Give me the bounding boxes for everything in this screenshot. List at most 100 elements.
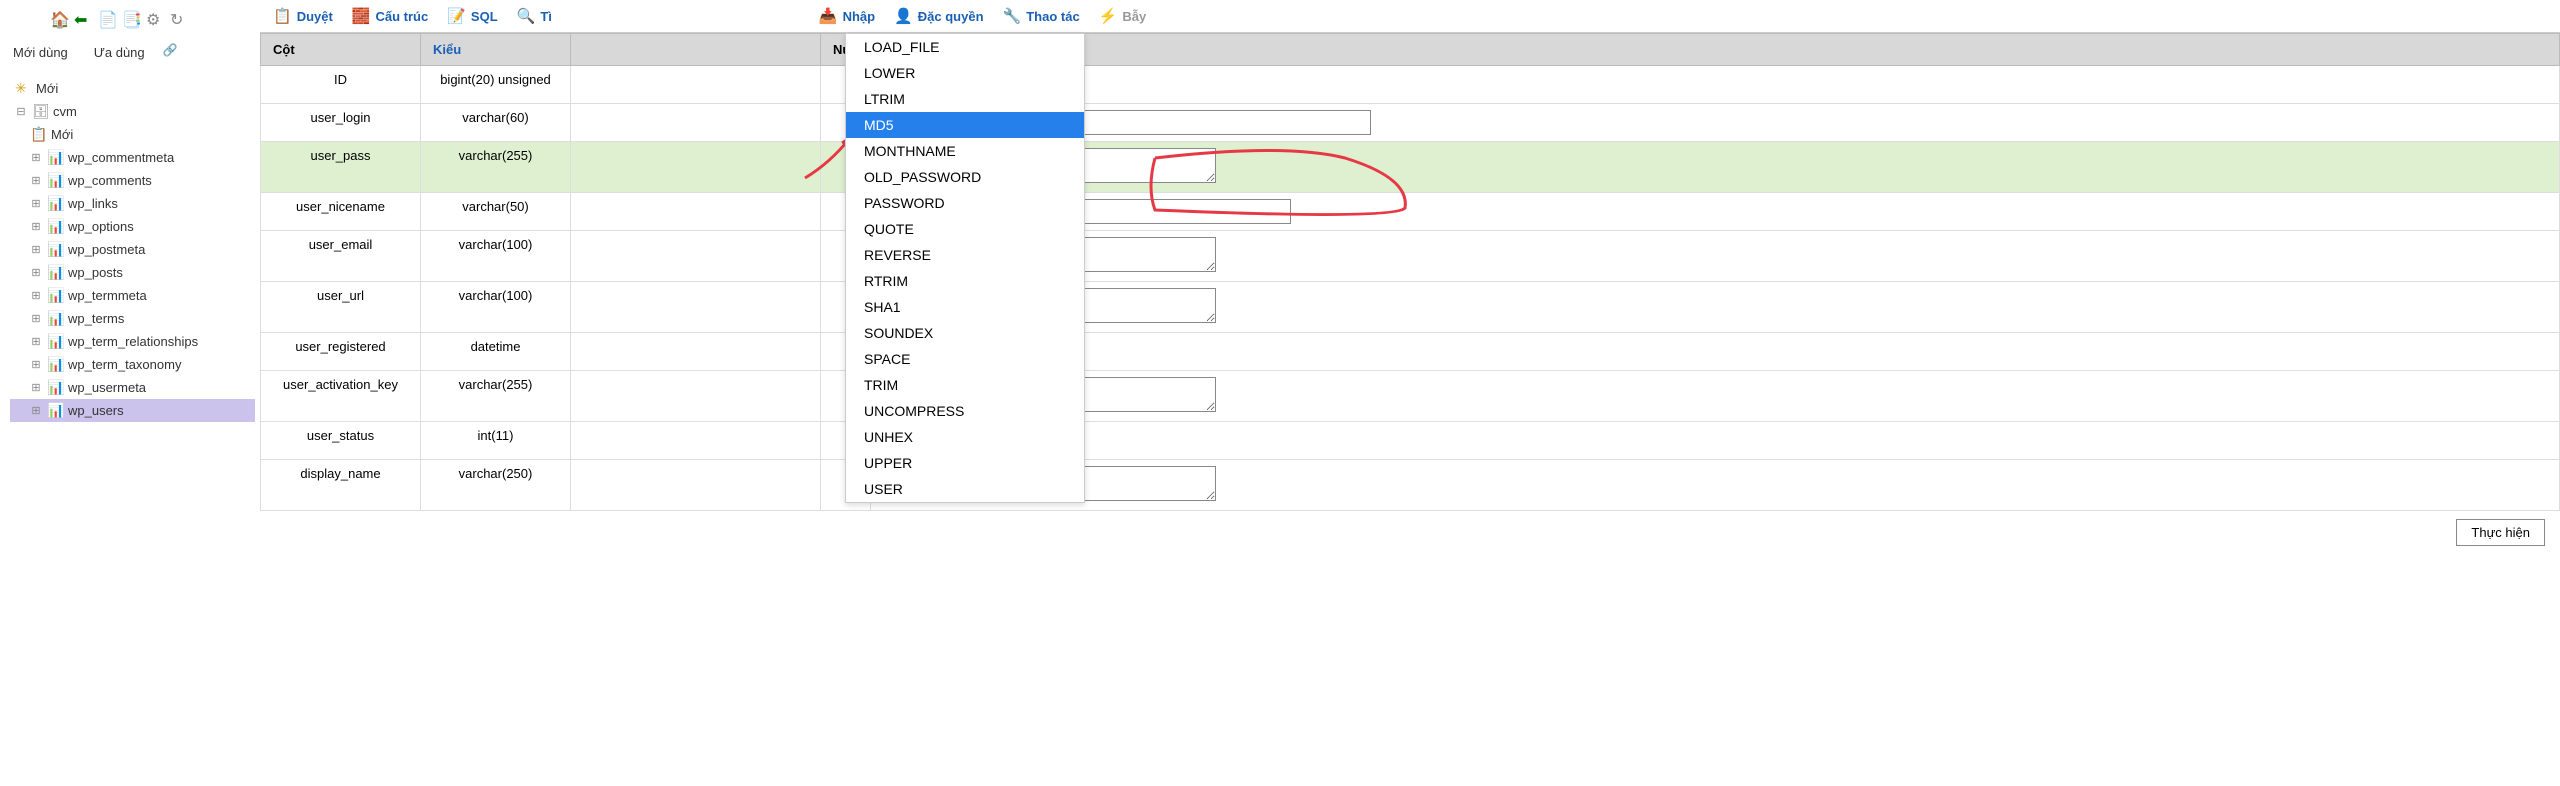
- tree-table-wp_options[interactable]: ⊞ 📊 wp_options: [10, 215, 255, 238]
- tab-import[interactable]: 📥Nhập: [811, 3, 883, 29]
- link-icon[interactable]: 🔗: [163, 43, 178, 62]
- function-dropdown[interactable]: LOAD_FILELOWERLTRIMMD5MONTHNAMEOLD_PASSW…: [845, 33, 1085, 503]
- tab-sql[interactable]: 📝SQL: [439, 3, 505, 29]
- expand-icon[interactable]: ⊞: [30, 381, 42, 394]
- expand-icon[interactable]: ⊞: [30, 404, 42, 417]
- dropdown-item-PASSWORD[interactable]: PASSWORD: [846, 190, 1084, 216]
- structure-icon: 🧱: [352, 7, 371, 25]
- table-icon: 📊: [47, 333, 63, 350]
- sql-icon[interactable]: 📄: [98, 10, 116, 28]
- docs-icon[interactable]: 📑: [122, 10, 140, 28]
- th-function: [571, 34, 821, 66]
- cell-function: [571, 104, 821, 142]
- dropdown-item-SHA1[interactable]: SHA1: [846, 294, 1084, 320]
- dropdown-item-LOAD_FILE[interactable]: LOAD_FILE: [846, 34, 1084, 60]
- th-type[interactable]: Kiểu: [421, 34, 571, 66]
- execute-button[interactable]: Thực hiện: [2456, 519, 2545, 546]
- tab-structure[interactable]: 🧱Cấu trúc: [344, 3, 436, 29]
- tree-table-wp_links[interactable]: ⊞ 📊 wp_links: [10, 192, 255, 215]
- expand-icon[interactable]: ⊞: [30, 358, 42, 371]
- cell-column: user_activation_key: [261, 371, 421, 422]
- expand-icon[interactable]: ⊞: [30, 197, 42, 210]
- expand-icon[interactable]: ⊞: [30, 174, 42, 187]
- th-column: Cột: [261, 34, 421, 66]
- cell-type: varchar(255): [421, 142, 571, 193]
- cell-value: thietkewebcvm@gmail.com: [871, 231, 2560, 282]
- dropdown-item-TRIM[interactable]: TRIM: [846, 372, 1084, 398]
- cell-function: [571, 66, 821, 104]
- dropdown-item-REVERSE[interactable]: REVERSE: [846, 242, 1084, 268]
- tree-table-wp_termmeta[interactable]: ⊞ 📊 wp_termmeta: [10, 284, 255, 307]
- home-icon[interactable]: 🏠: [50, 10, 68, 28]
- tree-new[interactable]: ✳ Mới: [10, 77, 255, 100]
- cell-column: user_login: [261, 104, 421, 142]
- tree-table-wp_postmeta[interactable]: ⊞ 📊 wp_postmeta: [10, 238, 255, 261]
- table-icon: 📊: [47, 402, 63, 419]
- expand-icon[interactable]: ⊞: [30, 312, 42, 325]
- cell-function: [571, 282, 821, 333]
- tab-operations[interactable]: 🔧Thao tác: [995, 3, 1088, 29]
- tab-triggers[interactable]: ⚡Bẫy: [1091, 3, 1155, 29]
- table-icon: 📊: [47, 287, 63, 304]
- expand-icon[interactable]: ⊞: [30, 289, 42, 302]
- dropdown-item-UNCOMPRESS[interactable]: UNCOMPRESS: [846, 398, 1084, 424]
- cell-column: user_pass: [261, 142, 421, 193]
- dropdown-item-RTRIM[interactable]: RTRIM: [846, 268, 1084, 294]
- cell-column: ID: [261, 66, 421, 104]
- dropdown-item-USER[interactable]: USER: [846, 476, 1084, 502]
- dropdown-item-OLD_PASSWORD[interactable]: OLD_PASSWORD: [846, 164, 1084, 190]
- tree-table-wp_users[interactable]: ⊞ 📊 wp_users: [10, 399, 255, 422]
- cell-type: int(11): [421, 422, 571, 460]
- cell-column: user_email: [261, 231, 421, 282]
- search-icon: 🔍: [517, 7, 536, 25]
- tree-table-wp_comments[interactable]: ⊞ 📊 wp_comments: [10, 169, 255, 192]
- table-row: user_activation_key varchar(255): [261, 371, 2560, 422]
- cell-value: [871, 193, 2560, 231]
- cell-type: datetime: [421, 333, 571, 371]
- tab-privileges[interactable]: 👤Đặc quyền: [886, 3, 991, 29]
- exit-icon[interactable]: ⬅: [74, 10, 92, 28]
- expand-icon[interactable]: ⊞: [30, 243, 42, 256]
- expand-icon[interactable]: ⊞: [30, 266, 42, 279]
- tree-db-new[interactable]: 📋 Mới: [10, 123, 255, 146]
- dropdown-item-SPACE[interactable]: SPACE: [846, 346, 1084, 372]
- refresh-icon[interactable]: ↻: [170, 10, 188, 28]
- db-tree: ✳ Mới ⊟ 🗄 cvm 📋 Mới ⊞ 📊 wp_commentmeta ⊞…: [5, 77, 255, 422]
- table-row: display_name varchar(250) cvmadmin: [261, 460, 2560, 511]
- tree-table-wp_term_relationships[interactable]: ⊞ 📊 wp_term_relationships: [10, 330, 255, 353]
- tab-browse[interactable]: 📋Duyệt: [265, 3, 341, 29]
- expand-icon[interactable]: ⊞: [30, 220, 42, 233]
- cell-function: [571, 371, 821, 422]
- tree-table-wp_posts[interactable]: ⊞ 📊 wp_posts: [10, 261, 255, 284]
- tree-table-wp_usermeta[interactable]: ⊞ 📊 wp_usermeta: [10, 376, 255, 399]
- sidebar-tab-favorite[interactable]: Ưa dùng: [86, 43, 153, 62]
- dropdown-item-MONTHNAME[interactable]: MONTHNAME: [846, 138, 1084, 164]
- content-area: Cột Kiểu Null Giá trị ID bigint(20) unsi…: [260, 33, 2560, 554]
- dropdown-item-SOUNDEX[interactable]: SOUNDEX: [846, 320, 1084, 346]
- dropdown-item-LOWER[interactable]: LOWER: [846, 60, 1084, 86]
- gear-icon[interactable]: ⚙: [146, 10, 164, 28]
- collapse-icon[interactable]: ⊟: [15, 105, 27, 118]
- tree-table-wp_terms[interactable]: ⊞ 📊 wp_terms: [10, 307, 255, 330]
- table-row: user_status int(11): [261, 422, 2560, 460]
- dropdown-item-MD5[interactable]: MD5: [846, 112, 1084, 138]
- cell-value: 📅: [871, 333, 2560, 371]
- dropdown-item-UPPER[interactable]: UPPER: [846, 450, 1084, 476]
- cell-function: [571, 231, 821, 282]
- cell-value: [871, 371, 2560, 422]
- sidebar-tab-recent[interactable]: Mới dùng: [5, 43, 76, 62]
- insert-table: Cột Kiểu Null Giá trị ID bigint(20) unsi…: [260, 33, 2560, 511]
- cell-type: varchar(255): [421, 371, 571, 422]
- table-row: user_login varchar(60): [261, 104, 2560, 142]
- dropdown-item-LTRIM[interactable]: LTRIM: [846, 86, 1084, 112]
- tab-search[interactable]: 🔍Tì: [509, 3, 560, 29]
- expand-icon[interactable]: ⊞: [30, 335, 42, 348]
- dropdown-item-UNHEX[interactable]: UNHEX: [846, 424, 1084, 450]
- tree-table-wp_commentmeta[interactable]: ⊞ 📊 wp_commentmeta: [10, 146, 255, 169]
- triggers-icon: ⚡: [1099, 7, 1118, 25]
- cell-function: [571, 193, 821, 231]
- dropdown-item-QUOTE[interactable]: QUOTE: [846, 216, 1084, 242]
- tree-db-cvm[interactable]: ⊟ 🗄 cvm: [10, 100, 255, 123]
- expand-icon[interactable]: ⊞: [30, 151, 42, 164]
- tree-table-wp_term_taxonomy[interactable]: ⊞ 📊 wp_term_taxonomy: [10, 353, 255, 376]
